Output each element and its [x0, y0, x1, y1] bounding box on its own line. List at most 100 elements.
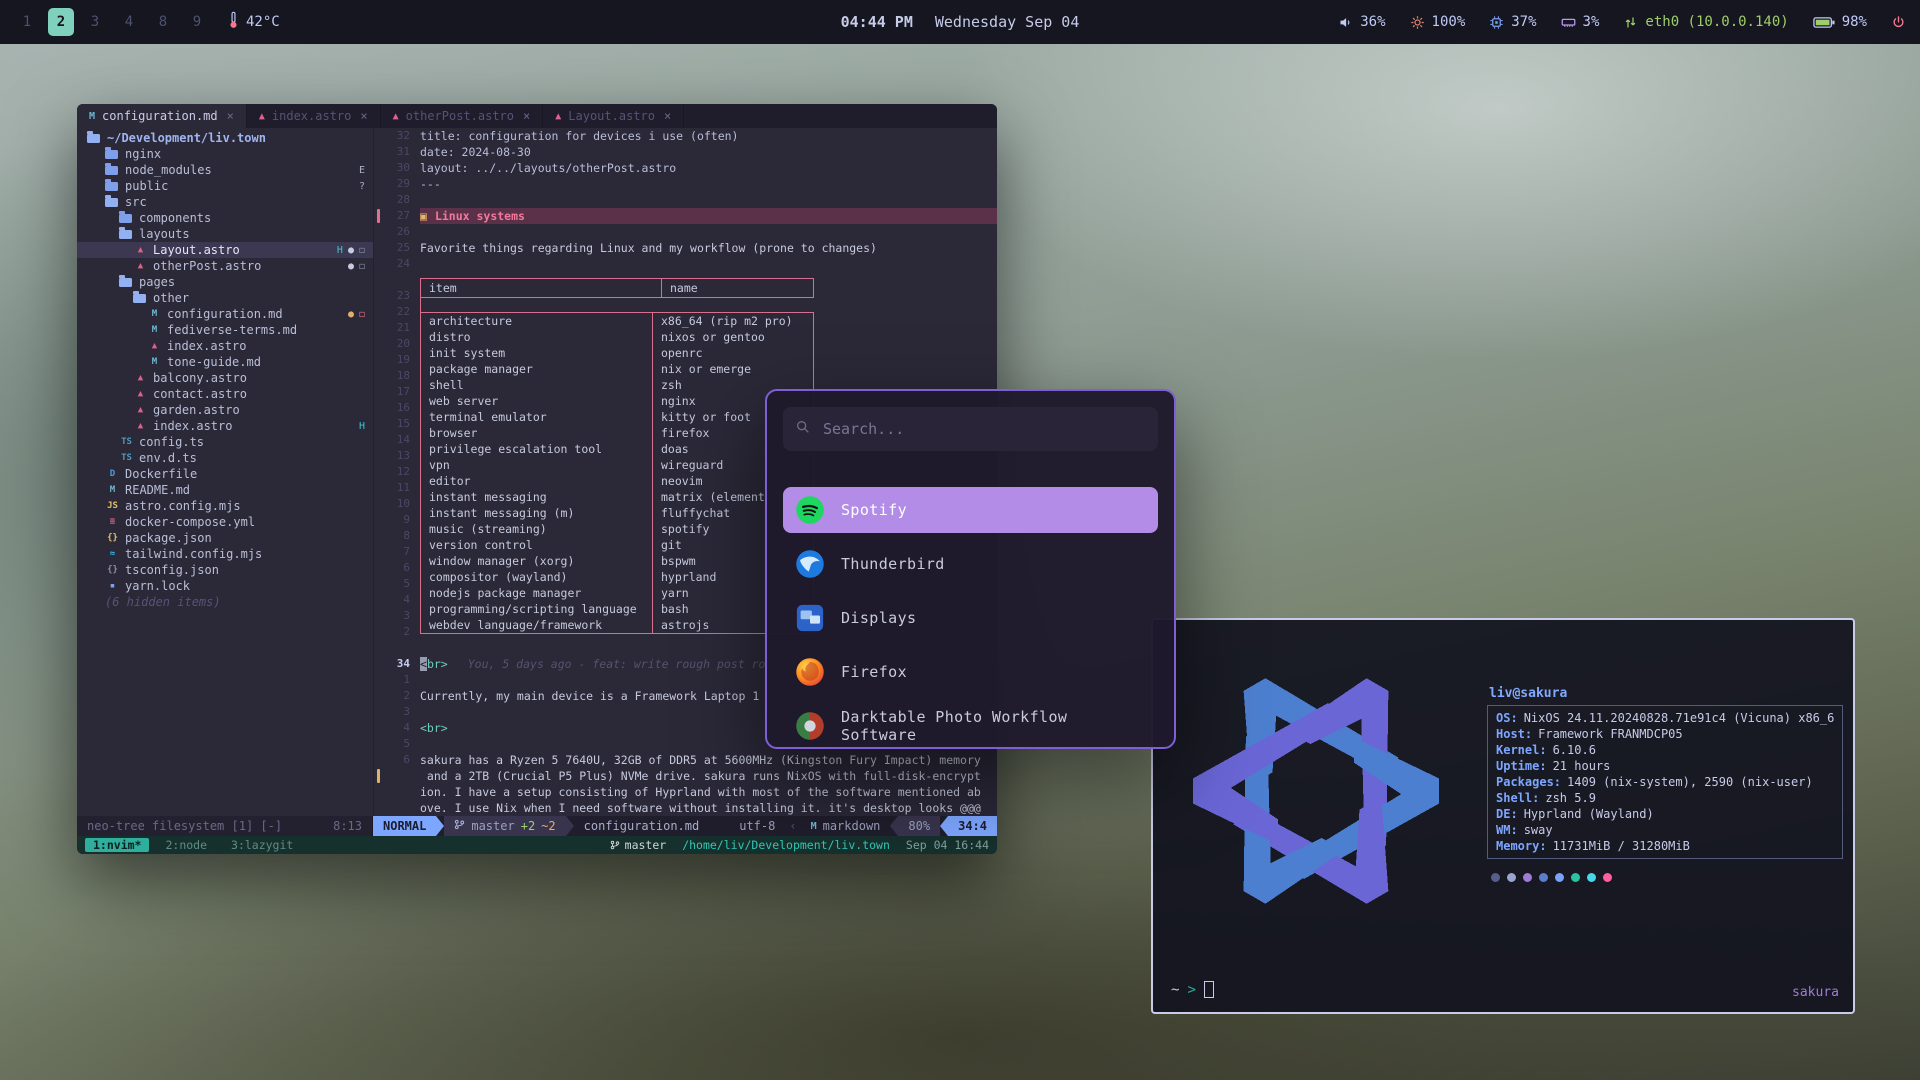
tree-item-contact.astro[interactable]: ▲contact.astro	[77, 386, 373, 402]
launcher-item-Spotify[interactable]: Spotify	[783, 487, 1158, 533]
launcher-item-Thunderbird[interactable]: Thunderbird	[783, 541, 1158, 587]
launcher-item-Displays[interactable]: Displays	[783, 595, 1158, 641]
volume-module[interactable]: 36%	[1338, 14, 1385, 30]
displays-app-icon	[795, 603, 825, 633]
tree-item-label: balcony.astro	[153, 371, 247, 385]
markdown-icon: M	[811, 821, 817, 832]
fastfetch-key: OS:	[1496, 711, 1518, 725]
tree-item-label: env.d.ts	[139, 451, 197, 465]
line-number: 3	[374, 608, 410, 624]
launcher-searchbox[interactable]	[783, 407, 1158, 451]
table-row: window manager (xorg)bspwm	[421, 553, 813, 569]
table-header-name: name	[661, 279, 813, 297]
workspace-9[interactable]: 9	[184, 8, 210, 36]
cpu-module[interactable]: 37%	[1489, 14, 1536, 30]
tree-item-Layout.astro[interactable]: ▲Layout.astroH●◻	[77, 242, 373, 258]
tree-item-components[interactable]: components	[77, 210, 373, 226]
clock-date: Wednesday Sep 04	[935, 13, 1080, 31]
network-module[interactable]: eth0 (10.0.0.140)	[1623, 14, 1788, 30]
tree-item-label: nginx	[125, 147, 161, 161]
memory-module[interactable]: 3%	[1561, 14, 1600, 30]
tree-item-env.d.ts[interactable]: TSenv.d.ts	[77, 450, 373, 466]
tree-item-yarn.lock[interactable]: ▪yarn.lock	[77, 578, 373, 594]
buffer-line: Favorite things regarding Linux and my w…	[420, 240, 997, 256]
separator: ‹	[785, 816, 800, 836]
brightness-module[interactable]: 100%	[1410, 14, 1466, 30]
tab-close-icon[interactable]: ×	[227, 109, 234, 123]
power-button[interactable]	[1891, 15, 1906, 30]
tree-item-garden.astro[interactable]: ▲garden.astro	[77, 402, 373, 418]
astro-file-icon: ▲	[259, 111, 265, 122]
launcher-item-Firefox[interactable]: Firefox	[783, 649, 1158, 695]
volume-value: 36%	[1360, 14, 1385, 30]
tree-item-label: tailwind.config.mjs	[125, 547, 262, 561]
tree-item-configuration.md[interactable]: Mconfiguration.md●◻	[77, 306, 373, 322]
tab-index.astro[interactable]: ▲index.astro×	[247, 104, 381, 128]
workspace-1[interactable]: 1	[14, 8, 40, 36]
tmux-window-1:nvim*[interactable]: 1:nvim*	[85, 838, 149, 852]
tree-item-config.ts[interactable]: TSconfig.ts	[77, 434, 373, 450]
tab-close-icon[interactable]: ×	[523, 109, 530, 123]
tree-item-node_modules[interactable]: node_modulesE	[77, 162, 373, 178]
tree-item-layouts[interactable]: layouts	[77, 226, 373, 242]
thunderbird-app-icon	[795, 549, 825, 579]
tree-root[interactable]: ~/Development/liv.town	[77, 130, 373, 146]
app-list: Spotify Thunderbird Displays Firefox Darktab…	[783, 487, 1158, 749]
tab-configuration.md[interactable]: Mconfiguration.md×	[77, 104, 247, 128]
tree-item-package.json[interactable]: {}package.json	[77, 530, 373, 546]
tree-item-otherPost.astro[interactable]: ▲otherPost.astro●◻	[77, 258, 373, 274]
tree-item-Dockerfile[interactable]: DDockerfile	[77, 466, 373, 482]
cpu-value: 37%	[1511, 14, 1536, 30]
tree-item-astro.config.mjs[interactable]: JSastro.config.mjs	[77, 498, 373, 514]
tree-item-src[interactable]: src	[77, 194, 373, 210]
palette-dot	[1587, 873, 1596, 882]
buffer-line-blank	[420, 224, 997, 240]
line-number: 14	[374, 432, 410, 448]
line-number: 5	[374, 736, 410, 752]
app-label: Displays	[841, 609, 916, 627]
file-tree: nginxnode_modulesEpublic?srccomponentsla…	[77, 146, 373, 610]
tab-Layout.astro[interactable]: ▲Layout.astro×	[543, 104, 684, 128]
app-label: Darktable Photo Workflow Software	[841, 708, 1146, 744]
launcher-item-Darktable Photo Workflow Software[interactable]: Darktable Photo Workflow Software	[783, 703, 1158, 749]
terminal-window[interactable]: liv@sakura OS:NixOS 24.11.20240828.71e91…	[1151, 618, 1855, 1014]
tree-item-pages[interactable]: pages	[77, 274, 373, 290]
tree-item-nginx[interactable]: nginx	[77, 146, 373, 162]
color-palette	[1487, 873, 1849, 882]
tree-item-docker-compose.yml[interactable]: ≡docker-compose.yml	[77, 514, 373, 530]
filetype-label: markdown	[823, 819, 881, 833]
palette-dot	[1571, 873, 1580, 882]
tab-close-icon[interactable]: ×	[664, 109, 671, 123]
tab-label: otherPost.astro	[406, 109, 514, 123]
search-input[interactable]	[821, 419, 1146, 439]
tree-item-README.md[interactable]: MREADME.md	[77, 482, 373, 498]
tree-item-tsconfig.json[interactable]: {}tsconfig.json	[77, 562, 373, 578]
palette-dot	[1555, 873, 1564, 882]
workspace-4[interactable]: 4	[116, 8, 142, 36]
workspace-2[interactable]: 2	[48, 8, 74, 36]
tab-close-icon[interactable]: ×	[360, 109, 367, 123]
battery-module[interactable]: 98%	[1813, 14, 1867, 30]
workspace-3[interactable]: 3	[82, 8, 108, 36]
table-row: programming/scripting languagebash	[421, 601, 813, 617]
shell-prompt[interactable]: ~ >	[1171, 981, 1214, 998]
tree-item-(6 hidden items)[interactable]: (6 hidden items)	[77, 594, 373, 610]
workspace-8[interactable]: 8	[150, 8, 176, 36]
tree-item-other[interactable]: other	[77, 290, 373, 306]
line-number: 31	[374, 144, 410, 160]
tree-item-public[interactable]: public?	[77, 178, 373, 194]
tab-otherPost.astro[interactable]: ▲otherPost.astro×	[381, 104, 544, 128]
tree-item-label: Layout.astro	[153, 243, 240, 257]
tree-item-balcony.astro[interactable]: ▲ balcony.astro	[77, 370, 373, 386]
tmux-window-3:lazygit[interactable]: 3:lazygit	[223, 838, 301, 852]
tree-item-label: components	[139, 211, 211, 225]
tree-item-index.astro[interactable]: ▲index.astroH	[77, 418, 373, 434]
line-number: 22	[374, 304, 410, 320]
tree-item-index.astro[interactable]: ▲index.astro	[77, 338, 373, 354]
tree-item-tailwind.config.mjs[interactable]: ≈tailwind.config.mjs	[77, 546, 373, 562]
tmux-window-2:node[interactable]: 2:node	[157, 838, 215, 852]
tree-item-fediverse-terms.md[interactable]: Mfediverse-terms.md	[77, 322, 373, 338]
fastfetch-value: Framework FRANMDCP05	[1538, 727, 1683, 741]
astro-file-icon: ▲	[133, 373, 148, 383]
tree-item-tone-guide.md[interactable]: Mtone-guide.md	[77, 354, 373, 370]
